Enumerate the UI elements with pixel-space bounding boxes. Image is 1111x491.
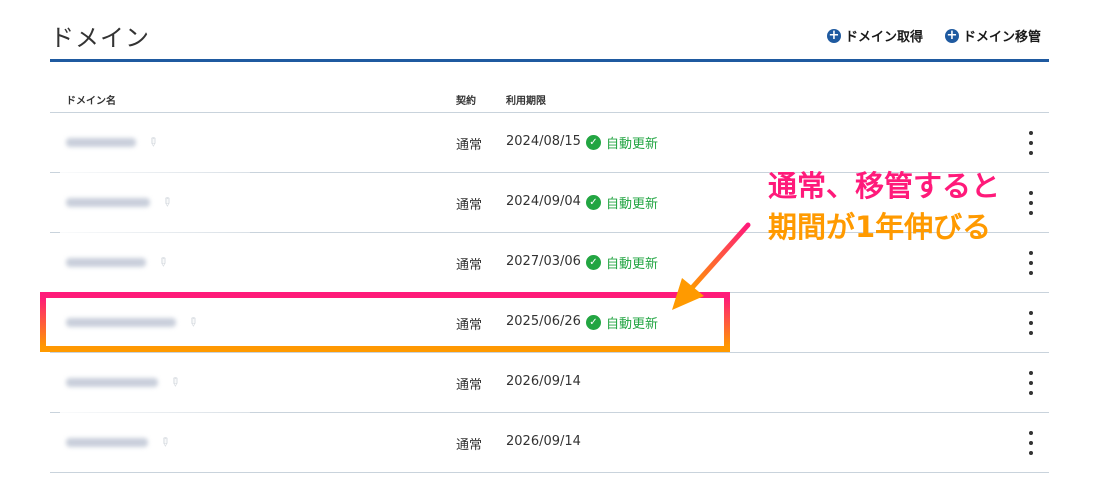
expiry-date: 2024/08/15 bbox=[506, 134, 581, 149]
page-title: ドメイン bbox=[50, 24, 150, 52]
acquire-domain-label: ドメイン取得 bbox=[844, 30, 923, 45]
edit-icon[interactable]: ✎ bbox=[167, 373, 184, 390]
more-menu-icon[interactable] bbox=[1023, 431, 1039, 455]
page-header: ドメイン + ドメイン取得 + ドメイン移管 bbox=[50, 18, 1049, 58]
header-actions: + ドメイン取得 + ドメイン移管 bbox=[826, 26, 1041, 45]
domain-name-redacted[interactable] bbox=[66, 258, 146, 267]
auto-renew-status: ✓ 自動更新 bbox=[586, 133, 658, 152]
annotation-line2: 期間が1年伸びる bbox=[768, 210, 992, 244]
contract-type: 通常 bbox=[456, 438, 483, 453]
column-header-domain: ドメイン名 bbox=[66, 96, 116, 107]
callout-arrow-icon bbox=[672, 222, 751, 310]
edit-icon[interactable]: ✎ bbox=[155, 253, 172, 270]
table-row: ✎ 通常 2026/09/14 bbox=[50, 353, 1049, 413]
edit-icon[interactable]: ✎ bbox=[159, 193, 176, 210]
more-menu-icon[interactable] bbox=[1023, 131, 1039, 155]
callout-annotation: 通常、移管すると 期間が1年伸びる bbox=[768, 166, 1000, 248]
more-menu-icon[interactable] bbox=[1023, 191, 1039, 215]
acquire-domain-button[interactable]: + ドメイン取得 bbox=[826, 26, 923, 45]
table-row: ✎ 通常 2024/08/15 ✓ 自動更新 bbox=[50, 113, 1049, 173]
table-row: ✎ 通常 2026/09/14 bbox=[50, 413, 1049, 473]
contract-type: 通常 bbox=[456, 378, 483, 393]
plus-icon: + bbox=[826, 27, 841, 43]
contract-type: 通常 bbox=[456, 138, 483, 153]
annotation-line1: 通常、移管すると bbox=[768, 169, 1001, 203]
transfer-domain-button[interactable]: + ドメイン移管 bbox=[944, 26, 1041, 45]
auto-renew-label: 自動更新 bbox=[606, 257, 659, 272]
expiry-date: 2024/09/04 bbox=[506, 194, 581, 209]
contract-type: 通常 bbox=[456, 258, 483, 273]
auto-renew-label: 自動更新 bbox=[606, 197, 659, 212]
edit-icon[interactable]: ✎ bbox=[157, 433, 174, 450]
domain-name-redacted[interactable] bbox=[66, 438, 148, 447]
more-menu-icon[interactable] bbox=[1023, 251, 1039, 275]
auto-renew-status: ✓ 自動更新 bbox=[586, 253, 658, 272]
contract-type: 通常 bbox=[456, 198, 483, 213]
domain-name-redacted[interactable] bbox=[66, 138, 136, 147]
auto-renew-label: 自動更新 bbox=[606, 137, 659, 152]
more-menu-icon[interactable] bbox=[1023, 371, 1039, 395]
column-header-expiry: 利用期限 bbox=[506, 96, 546, 107]
check-circle-icon: ✓ bbox=[586, 135, 601, 150]
more-menu-icon[interactable] bbox=[1023, 311, 1039, 335]
domain-name-redacted[interactable] bbox=[66, 198, 150, 207]
edit-icon[interactable]: ✎ bbox=[145, 133, 162, 150]
table-header: ドメイン名 契約 利用期限 bbox=[50, 62, 1049, 113]
plus-icon: + bbox=[944, 27, 959, 43]
column-header-contract: 契約 bbox=[456, 96, 476, 107]
expiry-date: 2027/03/06 bbox=[506, 254, 581, 269]
expiry-date: 2026/09/14 bbox=[506, 374, 581, 389]
domain-name-redacted[interactable] bbox=[66, 378, 158, 387]
expiry-date: 2026/09/14 bbox=[506, 434, 581, 449]
transfer-domain-label: ドメイン移管 bbox=[962, 30, 1041, 45]
auto-renew-status: ✓ 自動更新 bbox=[586, 193, 658, 212]
check-circle-icon: ✓ bbox=[586, 255, 601, 270]
highlight-box bbox=[40, 292, 730, 352]
check-circle-icon: ✓ bbox=[586, 195, 601, 210]
